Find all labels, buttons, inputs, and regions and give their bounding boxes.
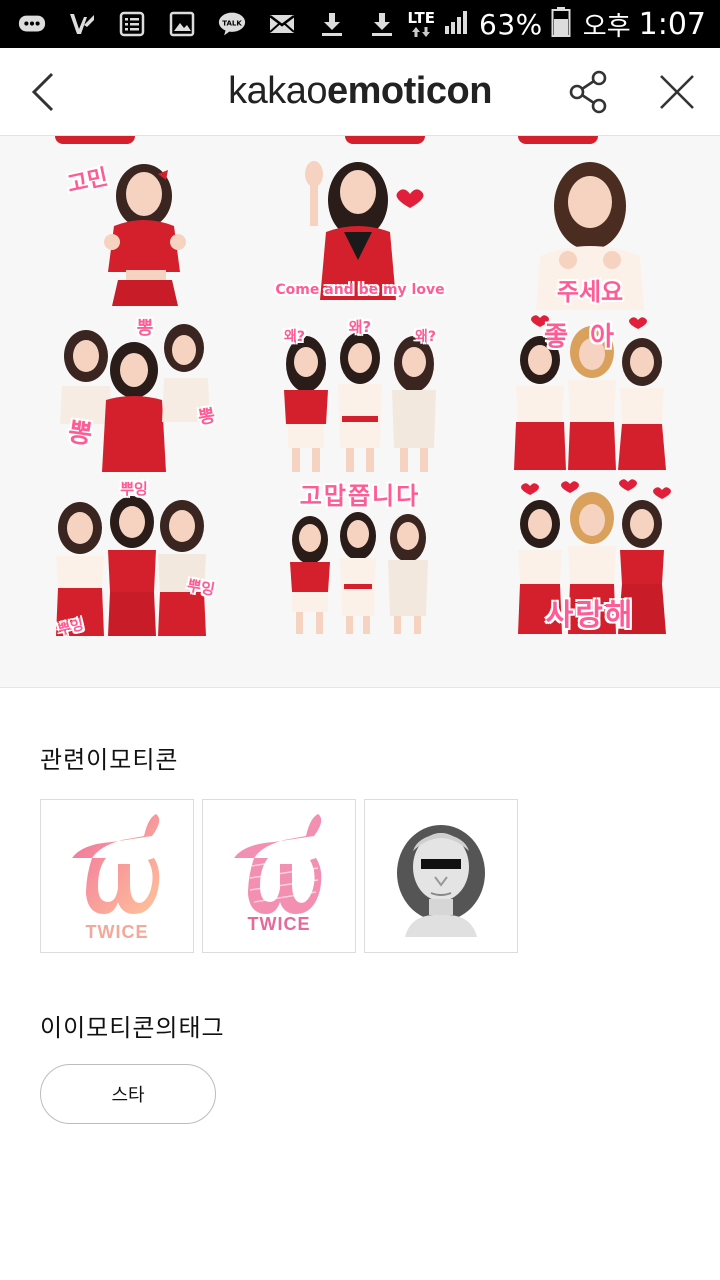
tag-chip[interactable]: 스타 (40, 1064, 216, 1124)
twice-logo-text: TWICE (248, 914, 311, 934)
data-arrows-icon (412, 26, 431, 37)
sticker-caption: 뽕 (136, 318, 154, 339)
related-item[interactable] (364, 799, 518, 953)
sticker-caption: 좋아 (544, 322, 636, 352)
notes-icon (118, 10, 146, 38)
share-button[interactable] (563, 66, 615, 118)
clock-ampm: 오후 (582, 11, 631, 42)
twice-logo: TWICE (72, 814, 160, 942)
sticker-item[interactable]: 뽕 뽕 뽕 (40, 312, 220, 474)
sticker-item[interactable]: 사랑해 (500, 476, 680, 638)
twice-logo-sketch: TWICE (234, 814, 322, 934)
sticker-item[interactable]: Come and be my love (270, 148, 450, 310)
bust-statue-icon (397, 825, 485, 937)
close-button[interactable] (651, 66, 703, 118)
sticker-peek (518, 136, 598, 144)
system-status: LTE 63% 오후 1:07 (407, 0, 706, 48)
download-icon (318, 10, 346, 38)
sticker-caption: 주세요 (556, 278, 624, 306)
title-kakao: kakao (228, 70, 327, 112)
sticker-item[interactable]: 고민 (40, 148, 220, 310)
signal-icon (443, 8, 471, 40)
chat-bubble-icon (18, 10, 46, 38)
related-item[interactable]: TWICE (202, 799, 356, 953)
sticker-caption: 고맙쯥니다 (299, 482, 421, 510)
sticker-item[interactable]: 주세요 (500, 148, 680, 310)
download-icon (368, 10, 396, 38)
sticker-caption: 뿌잉 (120, 480, 148, 498)
notification-icons: TALK (18, 6, 396, 42)
close-icon (660, 75, 694, 109)
status-bar: TALK LTE 63% 오후 1:07 (0, 0, 720, 48)
lte-indicator: LTE (407, 8, 436, 38)
app-header: kakaoemoticon (0, 48, 720, 136)
clock-time: 1:07 (638, 6, 706, 42)
sticker-item[interactable]: 좋아 (500, 312, 680, 474)
lte-label: LTE (407, 8, 436, 27)
sticker-grid: 고민 Come and be my love 주세요 뽕 뽕 뽕 왜? 왜? 왜… (0, 136, 720, 688)
kakaotalk-icon: TALK (218, 10, 246, 38)
related-section-title: 관련이모티콘 (40, 746, 179, 774)
sticker-item[interactable]: 뿌잉 뿌잉 뿌잉 (40, 476, 220, 639)
sticker-peek (55, 136, 135, 144)
sticker-item[interactable]: 왜? 왜? 왜? (270, 312, 450, 474)
tag-label: 스타 (111, 1085, 145, 1106)
mail-icon (268, 10, 296, 38)
sticker-peek (345, 136, 425, 144)
sticker-caption: 사랑해 (545, 598, 635, 633)
share-icon (569, 70, 607, 114)
twice-logo-text: TWICE (86, 922, 149, 942)
title-emoticon: emoticon (327, 70, 492, 112)
v-app-icon (68, 10, 96, 38)
battery-percent: 63% (479, 7, 543, 41)
talk-badge-text: TALK (222, 19, 242, 27)
gallery-icon (168, 10, 196, 38)
related-item[interactable]: TWICE (40, 799, 194, 953)
battery-icon (551, 6, 571, 42)
sticker-item[interactable]: 고맙쯥니다 (270, 476, 450, 638)
tags-section-title: 이이모티콘의태그 (40, 1014, 225, 1042)
sticker-caption: Come and be my love (275, 282, 445, 298)
sticker-caption: 왜? (414, 329, 436, 345)
